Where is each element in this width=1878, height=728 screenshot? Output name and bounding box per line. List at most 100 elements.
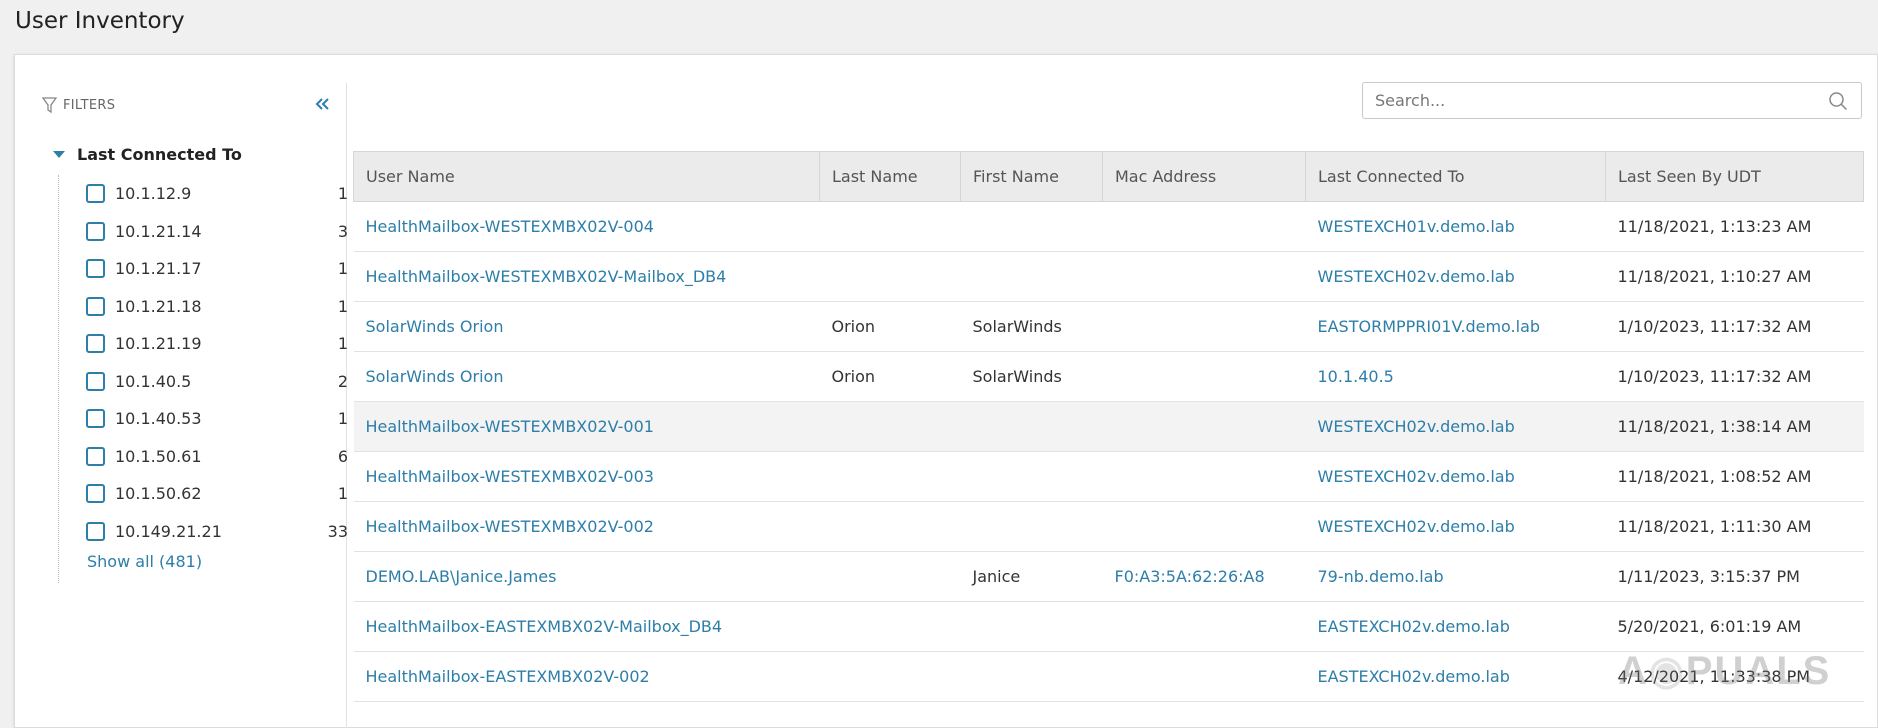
checkbox[interactable] — [86, 484, 105, 504]
cell-link[interactable]: WESTEXCH02v.demo.lab — [1318, 417, 1515, 436]
table-cell: 11/18/2021, 1:08:52 AM — [1605, 451, 1864, 502]
table-row[interactable]: HealthMailbox-WESTEXMBX02V-004 WESTEXCH01… — [353, 201, 1864, 252]
cell-link[interactable]: HealthMailbox-WESTEXMBX02V-Mailbox_DB4 — [366, 267, 727, 286]
table-cell: WESTEXCH01v.demo.lab — [1305, 201, 1606, 252]
table-header-row: User Name Last Name First Name Mac Address L… — [353, 151, 1864, 202]
filter-item-count: 1 — [337, 484, 348, 504]
table-row[interactable]: HealthMailbox-WESTEXMBX02V-003 WESTEXCH02… — [353, 451, 1864, 502]
cell-link[interactable]: HealthMailbox-WESTEXMBX02V-002 — [366, 517, 654, 536]
watermark-logo: A◉PUALS — [1618, 649, 1832, 693]
cell-text: Orion — [831, 317, 876, 336]
filter-item-label: 10.1.21.17 — [115, 259, 202, 279]
table-cell: F0:A3:5A:62:26:A8 — [1102, 551, 1306, 602]
cell-link[interactable]: 10.1.40.5 — [1318, 367, 1394, 386]
column-header[interactable]: Last Seen By UDT — [1605, 151, 1864, 202]
filter-item[interactable]: 10.1.12.9 1 — [59, 175, 348, 213]
filter-item-count: 1 — [337, 296, 348, 316]
table-cell: 79-nb.demo.lab — [1305, 551, 1606, 602]
table-cell — [1102, 251, 1306, 302]
cell-link[interactable]: HealthMailbox-EASTEXMBX02V-002 — [366, 667, 650, 686]
table-cell — [960, 451, 1103, 502]
cell-link[interactable]: F0:A3:5A:62:26:A8 — [1115, 567, 1265, 586]
cell-link[interactable]: HealthMailbox-EASTEXMBX02V-Mailbox_DB4 — [366, 617, 723, 636]
table-cell: 11/18/2021, 1:38:14 AM — [1605, 401, 1864, 452]
filter-item[interactable]: 10.1.50.61 6 — [59, 438, 348, 476]
cell-link[interactable]: 79-nb.demo.lab — [1318, 567, 1444, 586]
cell-link[interactable]: WESTEXCH02v.demo.lab — [1318, 467, 1515, 486]
table-cell — [1102, 401, 1306, 452]
table-cell — [1102, 651, 1306, 702]
cell-text: 1/11/2023, 3:15:37 PM — [1617, 567, 1800, 586]
column-header[interactable]: Mac Address — [1102, 151, 1306, 202]
cell-link[interactable]: SolarWinds Orion — [366, 367, 504, 386]
table-cell — [819, 451, 961, 502]
cell-link[interactable]: EASTEXCH02v.demo.lab — [1318, 617, 1510, 636]
cell-link[interactable]: WESTEXCH02v.demo.lab — [1318, 517, 1515, 536]
checkbox[interactable] — [86, 521, 105, 541]
checkbox[interactable] — [86, 296, 105, 316]
cell-link[interactable]: HealthMailbox-WESTEXMBX02V-001 — [366, 417, 654, 436]
filter-item-count: 1 — [337, 409, 348, 429]
filter-item[interactable]: 10.1.21.19 1 — [59, 325, 348, 363]
cell-link[interactable]: HealthMailbox-WESTEXMBX02V-003 — [366, 467, 654, 486]
checkbox[interactable] — [86, 334, 105, 354]
table-cell — [819, 651, 961, 702]
filter-group-last-connected-to[interactable]: Last Connected To — [53, 145, 242, 164]
table-row[interactable]: SolarWinds Orion Orion SolarWinds 10.1.40.5… — [353, 351, 1864, 402]
column-header[interactable]: First Name — [960, 151, 1103, 202]
filter-item-count: 1 — [337, 184, 348, 204]
table-cell: 11/18/2021, 1:10:27 AM — [1605, 251, 1864, 302]
filter-item[interactable]: 10.1.21.14 3 — [59, 213, 348, 251]
table-row[interactable]: SolarWinds Orion Orion SolarWinds EASTORMPP… — [353, 301, 1864, 352]
filter-item-label: 10.1.21.14 — [115, 221, 202, 241]
checkbox[interactable] — [86, 446, 105, 466]
table-row[interactable]: HealthMailbox-WESTEXMBX02V-001 WESTEXCH02… — [353, 401, 1864, 452]
cell-link[interactable]: EASTEXCH02v.demo.lab — [1318, 667, 1510, 686]
filter-item-count: 33 — [327, 521, 348, 541]
cell-link[interactable]: WESTEXCH02v.demo.lab — [1318, 267, 1515, 286]
cell-link[interactable]: DEMO.LAB\Janice.James — [366, 567, 557, 586]
column-header[interactable]: Last Connected To — [1305, 151, 1606, 202]
cell-link[interactable]: HealthMailbox-WESTEXMBX02V-004 — [366, 217, 654, 236]
filter-item-label: 10.1.12.9 — [115, 184, 192, 204]
filters-label: FILTERS — [63, 98, 116, 113]
filter-item-label: 10.149.21.21 — [115, 521, 222, 541]
cell-link[interactable]: SolarWinds Orion — [366, 317, 504, 336]
filters-header: FILTERS — [42, 97, 115, 114]
filter-item[interactable]: 10.1.21.18 1 — [59, 288, 348, 326]
checkbox[interactable] — [86, 184, 105, 204]
checkbox[interactable] — [86, 409, 105, 429]
filter-item[interactable]: 10.149.21.21 33 — [59, 513, 348, 551]
table-cell: EASTEXCH02v.demo.lab — [1305, 601, 1606, 652]
show-all-link[interactable]: Show all (481) — [59, 552, 348, 571]
cell-link[interactable]: WESTEXCH01v.demo.lab — [1318, 217, 1515, 236]
table-row[interactable]: HealthMailbox-WESTEXMBX02V-Mailbox_DB4 WE… — [353, 251, 1864, 302]
cell-text: 1/10/2023, 11:17:32 AM — [1617, 367, 1812, 386]
table-cell — [1102, 501, 1306, 552]
filter-item[interactable]: 10.1.40.53 1 — [59, 400, 348, 438]
filter-item[interactable]: 10.1.40.5 2 — [59, 363, 348, 401]
search-input[interactable] — [1363, 91, 1823, 110]
checkbox[interactable] — [86, 259, 105, 279]
table-row[interactable]: HealthMailbox-EASTEXMBX02V-Mailbox_DB4 EA… — [353, 601, 1864, 652]
filter-item-count: 1 — [337, 259, 348, 279]
table-cell — [819, 251, 961, 302]
table-cell — [960, 651, 1103, 702]
collapse-filters-button[interactable] — [311, 93, 333, 115]
search-icon[interactable] — [1823, 91, 1853, 111]
filter-item-label: 10.1.40.5 — [115, 371, 192, 391]
table-cell: Janice — [960, 551, 1103, 602]
table-row[interactable]: HealthMailbox-WESTEXMBX02V-002 WESTEXCH02… — [353, 501, 1864, 552]
cell-link[interactable]: EASTORMPPRI01V.demo.lab — [1318, 317, 1541, 336]
table-cell: HealthMailbox-WESTEXMBX02V-003 — [353, 451, 820, 502]
filter-item[interactable]: 10.1.50.62 1 — [59, 475, 348, 513]
table-cell: WESTEXCH02v.demo.lab — [1305, 251, 1606, 302]
column-header[interactable]: Last Name — [819, 151, 961, 202]
table-row[interactable]: DEMO.LAB\Janice.James Janice F0:A3:5A:62:2… — [353, 551, 1864, 602]
table-cell: HealthMailbox-EASTEXMBX02V-Mailbox_DB4 — [353, 601, 820, 652]
table-cell: HealthMailbox-WESTEXMBX02V-002 — [353, 501, 820, 552]
checkbox[interactable] — [86, 371, 105, 391]
checkbox[interactable] — [86, 221, 105, 241]
column-header[interactable]: User Name — [353, 151, 820, 202]
filter-item[interactable]: 10.1.21.17 1 — [59, 250, 348, 288]
